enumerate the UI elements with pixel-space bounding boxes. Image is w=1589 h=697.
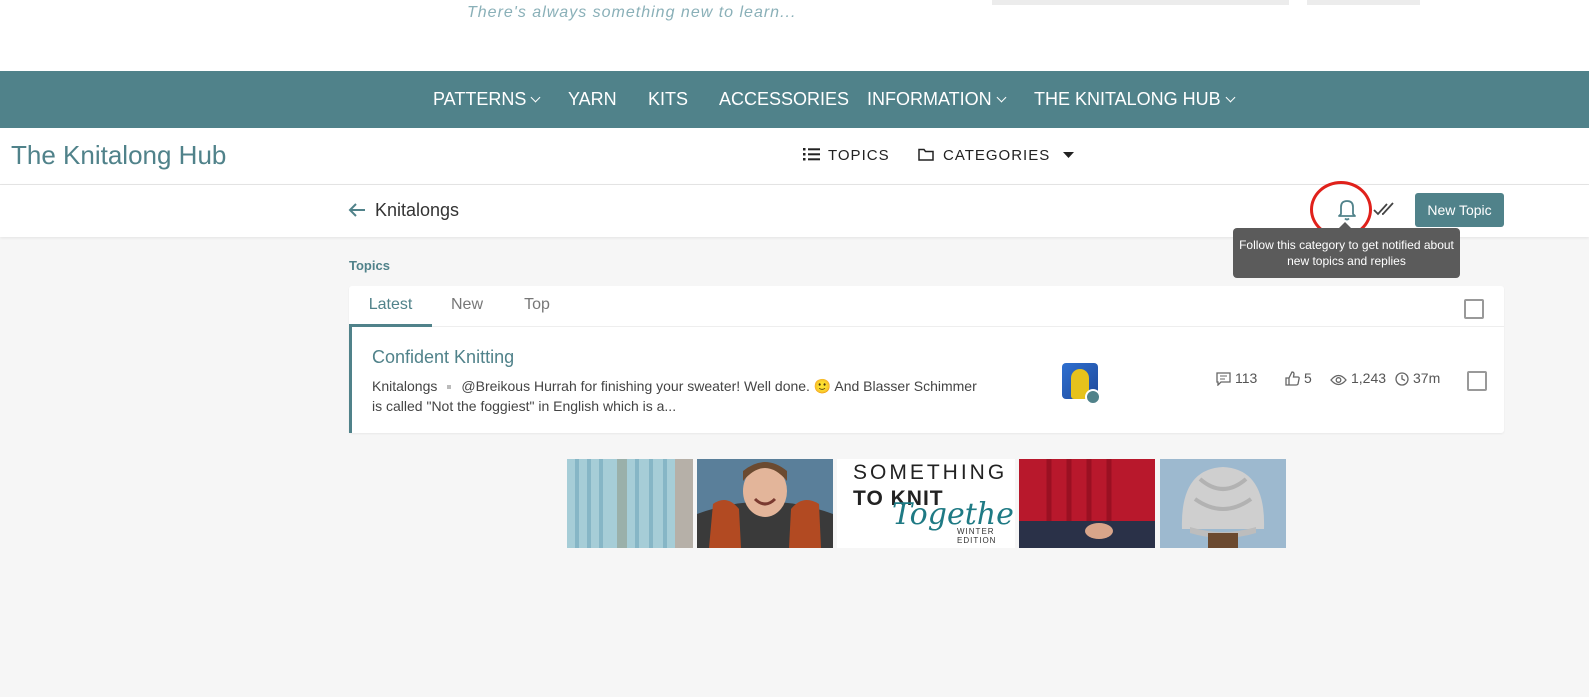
table-row[interactable]: Confident Knitting Knitalongs @Breikous H… bbox=[349, 327, 1504, 433]
clock-icon bbox=[1395, 372, 1409, 386]
topic-tabs: Latest New Top bbox=[349, 286, 1504, 327]
thumbs-up-icon bbox=[1285, 371, 1300, 386]
comment-icon bbox=[1216, 372, 1231, 387]
last-activity[interactable]: 37m bbox=[1395, 370, 1440, 386]
dismiss-check-icon[interactable] bbox=[1373, 199, 1397, 219]
list-icon bbox=[803, 148, 820, 161]
excerpt-line-1: @Breikous Hurrah for finishing your swea… bbox=[461, 378, 977, 394]
search-field[interactable] bbox=[992, 0, 1289, 5]
chevron-down-icon bbox=[530, 92, 541, 103]
select-all-checkbox[interactable] bbox=[1464, 299, 1484, 319]
tab-new[interactable]: New bbox=[442, 286, 492, 324]
nav-item-knitalong-hub[interactable]: THE KNITALONG HUB bbox=[1034, 71, 1236, 128]
banner-scarf-photo[interactable] bbox=[567, 459, 693, 548]
banner-something-to-knit[interactable]: SOMETHING TO KNIT Together WINTER EDITIO… bbox=[837, 459, 1015, 548]
tooltip-text: Follow this category to get notified abo… bbox=[1239, 238, 1454, 268]
back-arrow-icon[interactable] bbox=[348, 201, 366, 219]
view-count: 1,243 bbox=[1330, 370, 1386, 386]
moderator-badge-icon bbox=[1085, 389, 1101, 405]
mittens-image bbox=[697, 459, 833, 548]
nav-label: ACCESSORIES bbox=[719, 89, 850, 109]
site-header: There's always something new to learn... bbox=[0, 0, 1589, 71]
last-activity-value: 37m bbox=[1413, 370, 1441, 386]
banner-edition-2: EDITION bbox=[957, 536, 997, 545]
tab-top[interactable]: Top bbox=[512, 286, 562, 324]
topic-excerpt: Knitalongs @Breikous Hurrah for finishing… bbox=[372, 376, 992, 416]
nav-label: KITS bbox=[648, 89, 689, 109]
topics-label: TOPICS bbox=[828, 147, 890, 164]
banner-line-1: SOMETHING bbox=[853, 461, 1008, 484]
banner-edition-1: WINTER bbox=[957, 527, 995, 536]
excerpt-line-2: is called "Not the foggiest" in English … bbox=[372, 398, 677, 414]
red-sweater-image bbox=[1019, 459, 1155, 548]
hub-bar: The Knitalong Hub TOPICS CATEGORIES bbox=[0, 128, 1589, 185]
tab-latest[interactable]: Latest bbox=[349, 286, 432, 327]
topic-list-panel: Latest New Top Confident Knitting Knital… bbox=[349, 286, 1504, 433]
caret-down-icon bbox=[1063, 152, 1075, 158]
nav-label: INFORMATION bbox=[867, 89, 992, 109]
banner-script: Together bbox=[892, 497, 1015, 532]
site-tagline: There's always something new to learn... bbox=[467, 4, 797, 21]
hub-title[interactable]: The Knitalong Hub bbox=[11, 140, 226, 171]
categories-label: CATEGORIES bbox=[943, 147, 1051, 164]
banner-hat-photo[interactable] bbox=[1160, 459, 1286, 548]
nav-label: PATTERNS bbox=[433, 89, 527, 109]
nav-label: THE KNITALONG HUB bbox=[1034, 89, 1221, 109]
nav-item-patterns[interactable]: PATTERNS bbox=[433, 71, 541, 128]
main-navigation: PATTERNS YARN KITS ACCESSORIES INFORMATI… bbox=[0, 71, 1589, 128]
nav-label: YARN bbox=[568, 89, 617, 109]
header-button[interactable] bbox=[1307, 0, 1420, 5]
banner-red-sweater-photo[interactable] bbox=[1019, 459, 1155, 548]
nav-item-yarn[interactable]: YARN bbox=[568, 71, 617, 128]
topic-title-link[interactable]: Confident Knitting bbox=[372, 347, 514, 368]
chevron-down-icon bbox=[996, 92, 1007, 103]
tab-label: New bbox=[450, 296, 483, 313]
categories-dropdown[interactable]: CATEGORIES bbox=[918, 128, 1075, 184]
tab-label: Latest bbox=[368, 296, 413, 313]
reply-count-value: 113 bbox=[1235, 370, 1258, 386]
hat-image bbox=[1160, 459, 1286, 548]
view-count-value: 1,243 bbox=[1351, 370, 1387, 386]
nav-item-accessories[interactable]: ACCESSORIES bbox=[719, 71, 849, 128]
nav-item-kits[interactable]: KITS bbox=[648, 71, 688, 128]
scarf-image bbox=[567, 459, 693, 548]
banner-mittens-photo[interactable] bbox=[697, 459, 833, 548]
follow-tooltip: Follow this category to get notified abo… bbox=[1233, 222, 1460, 278]
tab-label: Top bbox=[524, 296, 550, 313]
like-count-value: 5 bbox=[1304, 370, 1312, 386]
chevron-down-icon bbox=[1225, 92, 1236, 103]
topic-select-checkbox[interactable] bbox=[1467, 371, 1487, 391]
reply-count: 113 bbox=[1216, 370, 1258, 387]
like-count: 5 bbox=[1285, 370, 1312, 386]
category-title: Knitalongs bbox=[375, 200, 460, 220]
separator-dot bbox=[447, 385, 452, 390]
folder-icon bbox=[918, 148, 934, 161]
topic-category[interactable]: Knitalongs bbox=[372, 378, 437, 394]
nav-item-information[interactable]: INFORMATION bbox=[867, 71, 1007, 128]
eye-icon bbox=[1330, 374, 1347, 386]
new-topic-button[interactable]: New Topic bbox=[1415, 193, 1504, 227]
topics-link[interactable]: TOPICS bbox=[803, 128, 890, 184]
topics-section-label: Topics bbox=[349, 258, 390, 273]
